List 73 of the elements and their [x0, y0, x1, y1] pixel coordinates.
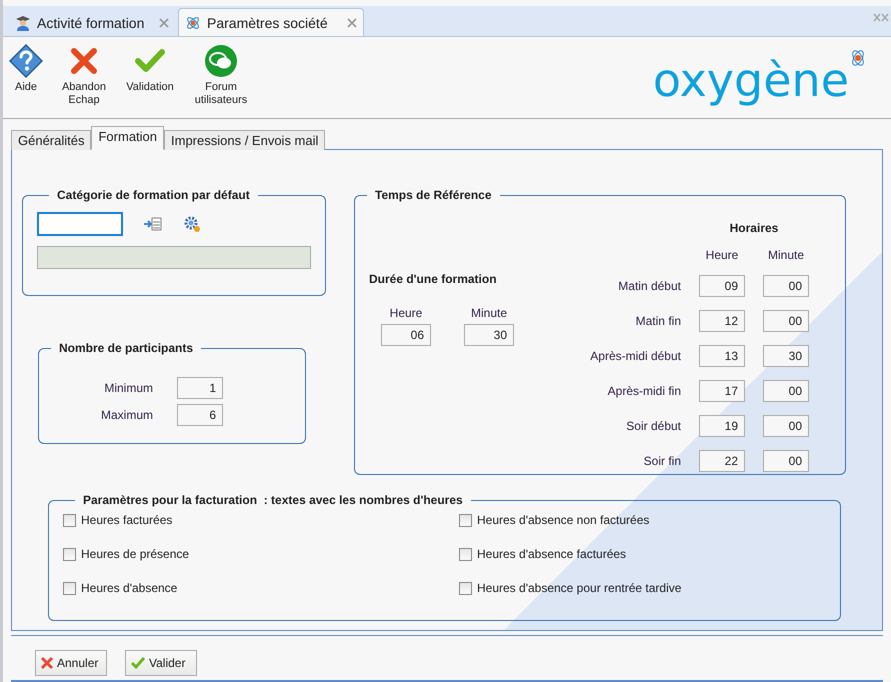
minute-field[interactable]: 00: [763, 380, 809, 402]
column-label: Minute: [470, 306, 508, 320]
checkbox[interactable]: [63, 582, 76, 594]
number-field[interactable]: 1: [177, 377, 223, 399]
atom-icon: [185, 14, 201, 30]
checkbox[interactable]: [459, 582, 472, 594]
column-label: Heure: [390, 306, 422, 320]
field-label: Minimum: [104, 381, 153, 395]
tab-label: Paramètres société: [207, 14, 329, 30]
field-label: Après-midi début: [590, 348, 681, 362]
footer-button[interactable]: Valider: [125, 650, 197, 676]
checkbox-label: Heures facturées: [81, 513, 172, 527]
checkbox-label: Heures d'absence non facturées: [477, 513, 650, 527]
minute-field[interactable]: 30: [464, 324, 514, 346]
number-field[interactable]: 6: [177, 404, 223, 426]
logo-text: oxygène: [652, 55, 849, 105]
group-title: Catégorie de formation par défaut: [56, 188, 251, 202]
minute-field[interactable]: 00: [763, 274, 809, 296]
section-title: Durée d'une formation: [369, 272, 498, 286]
hour-field[interactable]: 19: [699, 414, 745, 436]
checkbox[interactable]: [63, 548, 76, 560]
group-title: Temps de Référence: [374, 188, 492, 202]
hour-field[interactable]: 22: [699, 450, 745, 472]
hour-field[interactable]: 13: [699, 344, 745, 366]
hour-field[interactable]: 06: [381, 324, 431, 346]
toolbar-button[interactable]: Forum utilisateurs: [195, 41, 247, 107]
cross-icon: [70, 47, 98, 75]
hour-field[interactable]: 09: [699, 274, 745, 296]
tab[interactable]: Formation: [91, 126, 164, 150]
column-label: Minute: [768, 248, 804, 262]
tab-label: Activité formation: [37, 14, 146, 30]
document-tab[interactable]: Paramètres société: [178, 8, 364, 36]
group-title: Nombre de participants: [58, 341, 194, 355]
field-label: Maximum: [100, 408, 153, 422]
field-label: Après-midi fin: [608, 384, 681, 398]
tab[interactable]: Généralités: [11, 130, 92, 150]
close-icon[interactable]: [159, 18, 169, 28]
category-code-field[interactable]: [37, 212, 123, 236]
checkbox[interactable]: [459, 548, 472, 560]
checkbox[interactable]: [63, 514, 76, 526]
hour-field[interactable]: 12: [699, 310, 745, 332]
minute-field[interactable]: 00: [763, 450, 809, 472]
checkbox-label: Heures d'absence pour rentrée tardive: [477, 581, 682, 595]
toolbar-button[interactable]: Aide: [11, 41, 41, 94]
close-icon[interactable]: [347, 18, 357, 28]
chat-bubbles-icon: [204, 44, 238, 78]
column-label: Heure: [706, 248, 738, 262]
field-label: Soir début: [626, 418, 681, 432]
toolbar-button[interactable]: Abandon Echap: [59, 41, 109, 107]
checkbox-label: Heures d'absence: [81, 581, 178, 595]
field-label: Matin fin: [636, 314, 681, 328]
close-all-icon[interactable]: [873, 13, 889, 22]
graduate-icon: [15, 14, 31, 30]
group-title: Paramètres pour la facturation : textes avec les nombres d'heures: [82, 493, 464, 507]
footer-button[interactable]: Annuler: [35, 650, 107, 676]
minute-field[interactable]: 30: [763, 344, 809, 366]
field-label: Soir fin: [644, 454, 681, 468]
gear-icon[interactable]: [183, 215, 201, 233]
minute-field[interactable]: 00: [763, 414, 809, 436]
minute-field[interactable]: 00: [763, 310, 809, 332]
field-label: Matin début: [618, 278, 681, 292]
tab[interactable]: Impressions / Envois mail: [164, 130, 326, 150]
checkmark-icon: [135, 48, 165, 74]
hour-field[interactable]: 17: [699, 380, 745, 402]
checkbox-label: Heures d'absence facturées: [477, 547, 626, 561]
toolbar-button[interactable]: Validation: [125, 41, 175, 94]
section-title: Horaires: [730, 220, 778, 234]
cross-icon: [40, 656, 54, 670]
list-arrow-icon[interactable]: [143, 216, 163, 232]
checkbox-label: Heures de présence: [81, 547, 190, 561]
help-icon: [9, 44, 43, 78]
checkmark-icon: [130, 656, 146, 670]
checkbox[interactable]: [459, 514, 472, 526]
